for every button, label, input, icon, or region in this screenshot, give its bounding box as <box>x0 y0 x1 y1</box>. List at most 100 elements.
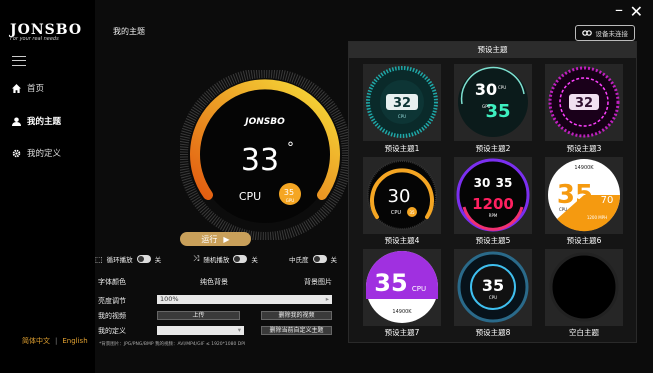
sidebar-item-my-define[interactable]: 我的定义 <box>12 147 61 159</box>
language-switch: 简体中文 | English <box>22 337 88 345</box>
svg-text:35: 35 <box>409 210 415 215</box>
theme-card-5[interactable]: 30 35 1200 RPM <box>454 157 532 234</box>
theme-card-blank[interactable] <box>545 249 623 326</box>
theme-thumb-5: 30 35 1200 RPM <box>456 158 530 232</box>
theme-label-8: 预设主题8 <box>475 328 511 337</box>
preview-temp: 33 <box>241 143 279 178</box>
brightness-slider[interactable]: 100% ▸ <box>157 295 332 304</box>
theme-label-1: 预设主题1 <box>384 144 420 153</box>
svg-text:CPU: CPU <box>489 295 497 300</box>
shuffle-icon: ⤨ <box>193 254 200 263</box>
mirror-label: 中氏度 <box>289 256 309 264</box>
theme-card-7[interactable]: 35 CPU 14900K <box>363 249 441 326</box>
sidebar-item-label: 首页 <box>27 84 45 94</box>
sidebar-item-my-theme[interactable]: 我的主题 <box>12 115 61 127</box>
theme-card-8[interactable]: 35 CPU <box>454 249 532 326</box>
preview-label: CPU <box>239 190 261 203</box>
theme-label-2: 预设主题2 <box>475 144 511 153</box>
theme-thumb-6: 14900K 35 70 CPU 1200 MPH <box>548 159 621 232</box>
run-button[interactable]: 运行 ▶ <box>180 232 251 246</box>
run-label: 运行 <box>201 234 218 244</box>
mirror-toggle[interactable] <box>312 255 327 263</box>
svg-text:1200: 1200 <box>472 195 514 213</box>
brightness-label: 亮度调节 <box>98 297 126 305</box>
solid-bg-label[interactable]: 纯色背景 <box>200 277 228 287</box>
mirror-state: 关 <box>330 256 338 264</box>
mirror-option[interactable]: 中氏度 关 <box>289 254 337 264</box>
theme-thumb-3: 32 <box>548 66 620 138</box>
theme-thumb-2: 30 CPU 35 GPU <box>458 66 528 137</box>
theme-card-2[interactable]: 30 CPU 35 GPU <box>454 64 532 141</box>
theme-label-7: 预设主题7 <box>384 328 420 337</box>
random-option[interactable]: ⤨ 随机播放 关 <box>193 254 258 264</box>
svg-text:1200 MPH: 1200 MPH <box>587 215 607 220</box>
random-toggle[interactable] <box>233 255 248 263</box>
device-status-text: 设备未连接 <box>595 30 629 38</box>
define-select[interactable]: ▾ <box>157 326 244 335</box>
theme-label-3: 预设主题3 <box>566 144 602 153</box>
preview-badge-label: GPU <box>286 198 295 203</box>
loop-icon: ⬚ <box>95 254 103 264</box>
play-icon: ▶ <box>223 234 230 244</box>
app-window: JONSBO For your real needs 首页 我的主题 我的定义 … <box>0 0 653 373</box>
svg-text:30: 30 <box>388 186 411 207</box>
svg-text:35: 35 <box>482 276 504 295</box>
close-icon[interactable]: ✕ <box>630 2 643 21</box>
upload-button[interactable]: 上传 <box>157 311 240 320</box>
theme-card-3[interactable]: 32 <box>545 64 623 141</box>
svg-text:GPU: GPU <box>482 104 491 109</box>
sidebar-item-home[interactable]: 首页 <box>12 82 44 94</box>
sidebar-item-label: 我的主题 <box>27 117 62 127</box>
theme-label-4: 预设主题4 <box>384 236 420 245</box>
lang-zh-link[interactable]: 简体中文 <box>22 337 50 345</box>
delete-define-button[interactable]: 删除当前自定义主题 <box>261 326 332 335</box>
svg-text:RPM: RPM <box>489 213 498 218</box>
svg-text:14900K: 14900K <box>574 165 594 171</box>
sidebar-item-label: 我的定义 <box>27 149 62 159</box>
sidebar: JONSBO For your real needs 首页 我的主题 我的定义 … <box>0 0 95 373</box>
svg-text:70: 70 <box>601 195 614 206</box>
svg-text:CPU: CPU <box>412 285 426 293</box>
svg-text:32: 32 <box>393 96 411 111</box>
svg-text:30: 30 <box>474 176 491 190</box>
theme-card-1[interactable]: 32 CPU <box>363 64 441 141</box>
svg-text:30: 30 <box>475 80 497 99</box>
theme-thumb-blank <box>549 252 619 322</box>
home-icon <box>12 83 21 93</box>
theme-card-6[interactable]: 14900K 35 70 CPU 1200 MPH <box>545 157 623 234</box>
logo: JONSBO For your real needs <box>10 22 90 48</box>
loop-state: 关 <box>154 256 162 264</box>
brightness-value: 100% <box>160 295 179 303</box>
random-label: 随机播放 <box>203 256 230 264</box>
svg-text:35: 35 <box>557 180 593 210</box>
device-status[interactable]: 设备未连接 <box>574 25 635 41</box>
theme-card-4[interactable]: 30 CPU 35 <box>363 157 441 234</box>
theme-label-5: 预设主题5 <box>475 236 511 245</box>
preset-theme-panel: 预设主题 32 CPU 预设主题1 30 CPU 35 GPU 预设主题2 32… <box>348 41 637 343</box>
gear-icon <box>12 149 21 157</box>
minimize-icon[interactable]: – <box>615 0 623 19</box>
svg-text:14900K: 14900K <box>392 309 412 315</box>
loop-label: 循环播放 <box>106 256 133 264</box>
theme-thumb-7: 35 CPU 14900K <box>366 251 438 323</box>
preview-badge-temp: 35 <box>284 188 294 197</box>
my-define-label: 我的定义 <box>98 327 126 335</box>
format-note: *背景图片：JPG/PNG/BMP 我的视频：AVI/MP4/GIF ≤ 192… <box>99 342 246 347</box>
main-area: 我的主题 – ✕ 设备未连接 JONSBO 33 ° CPU 35 GPU 运行… <box>95 0 653 373</box>
svg-text:35: 35 <box>374 269 407 297</box>
lang-en-link[interactable]: English <box>62 337 87 345</box>
loop-toggle[interactable] <box>136 255 151 263</box>
user-icon <box>12 116 21 126</box>
delete-video-button[interactable]: 删除我的视频 <box>261 311 332 320</box>
svg-text:32: 32 <box>575 96 593 111</box>
preset-panel-title: 预设主题 <box>349 42 636 58</box>
font-color-label[interactable]: 字体颜色 <box>98 277 126 287</box>
menu-icon[interactable] <box>12 56 26 66</box>
breadcrumb: 我的主题 <box>113 27 145 36</box>
svg-text:35: 35 <box>496 176 513 190</box>
link-icon <box>581 30 592 36</box>
theme-thumb-8: 35 CPU <box>457 251 529 323</box>
bg-image-label[interactable]: 背景图片 <box>304 277 332 287</box>
theme-label-6: 预设主题6 <box>566 236 602 245</box>
loop-option[interactable]: ⬚ 循环播放 关 <box>95 254 162 265</box>
